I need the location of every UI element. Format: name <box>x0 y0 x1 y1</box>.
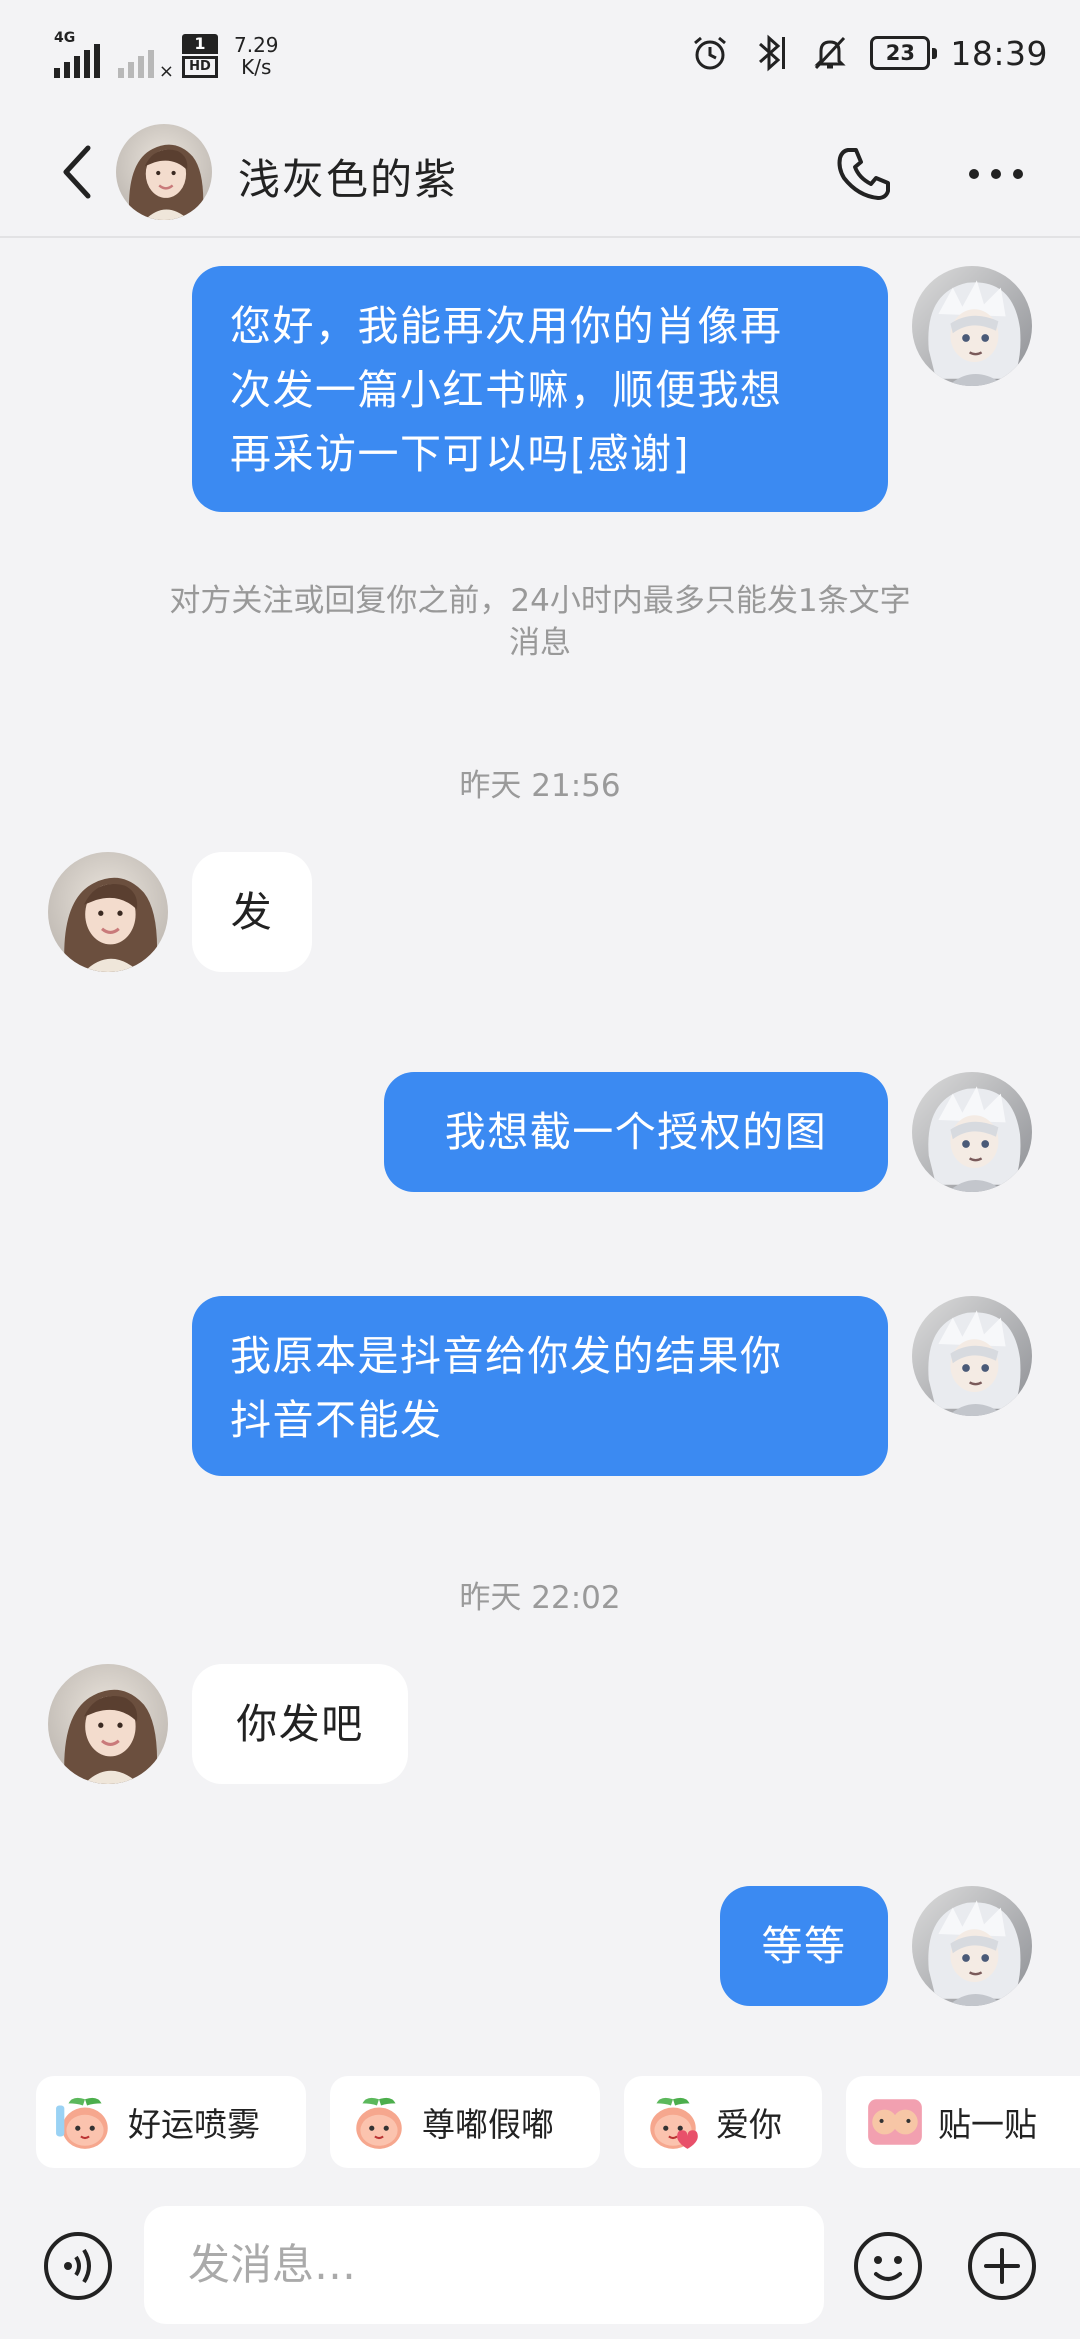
message-text: 你发吧 <box>236 1700 364 1748</box>
message-bubble-outgoing[interactable]: 等等 <box>720 1886 888 2006</box>
contact-avatar[interactable] <box>48 1664 168 1784</box>
speed-unit: K/s <box>241 55 272 79</box>
peach-spray-icon <box>56 2091 116 2153</box>
notice-line: 对方关注或回复你之前，24小时内最多只能发1条文字 <box>169 583 911 619</box>
status-right: 23 18:39 <box>690 26 1048 80</box>
my-avatar[interactable] <box>912 1072 1032 1192</box>
quick-reply-chip[interactable]: 好运喷雾 <box>36 2076 306 2168</box>
clock: 18:39 <box>950 33 1048 73</box>
hd-icon: 1 HD <box>182 34 218 78</box>
message-text: 发 <box>230 888 274 936</box>
alarm-icon <box>690 33 730 73</box>
signal-icon: 4G <box>54 30 106 78</box>
message-line: 抖音不能发 <box>230 1396 443 1444</box>
quick-reply-bar[interactable]: 好运喷雾 尊嘟假嘟 爱你 贴一贴 <box>0 2076 1080 2168</box>
message-text: 我想截一个授权的图 <box>444 1108 828 1156</box>
timestamp: 昨天 22:02 <box>459 1580 621 1616</box>
voice-icon[interactable] <box>42 2230 114 2302</box>
speed-value: 7.29 <box>234 33 279 57</box>
message-line: 我原本是抖音给你发的结果你 <box>230 1332 783 1380</box>
hd-tag: HD <box>182 56 218 78</box>
system-notice: 对方关注或回复你之前，24小时内最多只能发1条文字 消息 <box>100 580 980 664</box>
message-text: 等等 <box>761 1922 847 1970</box>
battery-icon: 23 <box>870 36 938 70</box>
quick-reply-chip[interactable]: 尊嘟假嘟 <box>330 2076 600 2168</box>
chat-header: 浅灰色的紫 <box>0 110 1080 238</box>
message-bubble-incoming[interactable]: 你发吧 <box>192 1664 408 1784</box>
sim-tag: 1 <box>182 34 218 54</box>
quick-reply-chip[interactable]: 贴一贴 <box>846 2076 1080 2168</box>
quick-reply-label: 贴一贴 <box>938 2105 1037 2144</box>
contact-name[interactable]: 浅灰色的紫 <box>238 146 458 207</box>
hug-sticker-icon <box>868 2099 922 2145</box>
message-bubble-outgoing[interactable]: 我想截一个授权的图 <box>384 1072 888 1192</box>
message-bubble-incoming[interactable]: 发 <box>192 852 312 972</box>
message-line: 您好，我能再次用你的肖像再 <box>230 302 783 350</box>
composer-area: 好运喷雾 尊嘟假嘟 爱你 贴一贴 发消息… <box>0 2040 1080 2339</box>
bluetooth-icon <box>750 33 790 73</box>
emoji-icon[interactable] <box>852 2230 924 2302</box>
quick-reply-label: 好运喷雾 <box>128 2105 260 2144</box>
network-speed: 7.29 K/s <box>234 34 279 78</box>
quick-reply-label: 尊嘟假嘟 <box>422 2105 554 2144</box>
peach-heart-icon <box>642 2091 698 2153</box>
contact-avatar[interactable] <box>48 852 168 972</box>
peach-face-icon <box>348 2091 410 2153</box>
notice-line: 消息 <box>509 625 571 661</box>
message-bubble-outgoing[interactable]: 我原本是抖音给你发的结果你 抖音不能发 <box>192 1296 888 1476</box>
my-avatar[interactable] <box>912 1296 1032 1416</box>
status-left: 4G × 1 HD 7.29 K/s <box>54 28 279 82</box>
phone-icon[interactable] <box>830 140 898 208</box>
chat-screen: 4G × 1 HD 7.29 K/s 23 18:39 浅灰色的紫 您好，我能再… <box>0 0 1080 2339</box>
mute-icon <box>810 33 850 73</box>
input-bar: 发消息… <box>0 2202 1080 2332</box>
my-avatar[interactable] <box>912 1886 1032 2006</box>
plus-icon[interactable] <box>966 2230 1038 2302</box>
message-line: 再采访一下可以吗[感谢] <box>230 430 690 478</box>
quick-reply-label: 爱你 <box>716 2105 782 2144</box>
more-icon[interactable] <box>960 144 1032 204</box>
message-bubble-outgoing[interactable]: 您好，我能再次用你的肖像再 次发一篇小红书嘛，顺便我想 再采访一下可以吗[感谢] <box>192 266 888 512</box>
no-signal-icon: × <box>118 32 174 82</box>
timestamp: 昨天 21:56 <box>459 768 621 804</box>
contact-avatar[interactable] <box>116 124 212 220</box>
message-line: 次发一篇小红书嘛，顺便我想 <box>230 366 783 414</box>
back-arrow-icon[interactable] <box>44 140 108 204</box>
my-avatar[interactable] <box>912 266 1032 386</box>
quick-reply-chip[interactable]: 爱你 <box>624 2076 822 2168</box>
message-input[interactable]: 发消息… <box>144 2206 824 2324</box>
status-bar: 4G × 1 HD 7.29 K/s 23 18:39 <box>0 0 1080 110</box>
